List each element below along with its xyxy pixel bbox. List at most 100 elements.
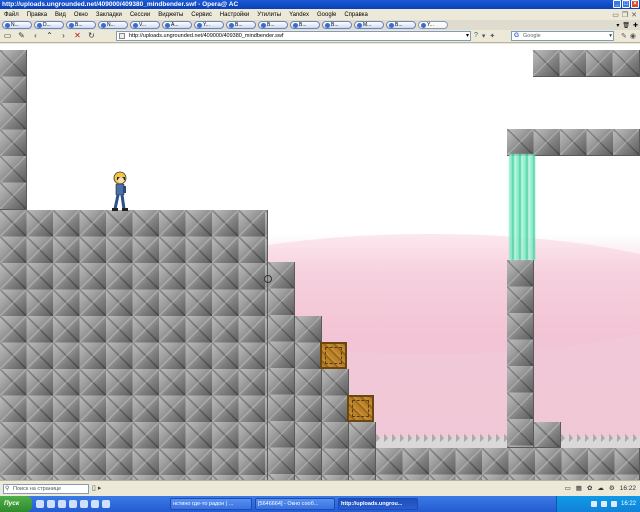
menu-item-window[interactable]: Окно [74, 12, 88, 18]
tab-6[interactable]: A... [162, 21, 192, 29]
note-icon[interactable]: ✎ [621, 32, 627, 40]
teleport-beam [509, 154, 535, 260]
tab-13[interactable]: B... [386, 21, 416, 29]
tab-favicon-icon [325, 22, 330, 28]
tab-4[interactable]: N... [98, 21, 128, 29]
menu-item-widgets[interactable]: Виджеты [158, 12, 183, 18]
close-page-icon[interactable]: ✕ [631, 11, 637, 19]
trash-icon[interactable]: 🗑 [622, 22, 630, 29]
tray-network-icon[interactable] [590, 501, 597, 507]
taskbar: Пуск нстино где-то радон | ... [5646664]… [0, 496, 640, 512]
search-dropdown-icon[interactable]: ▾ [609, 32, 612, 40]
quick-launch [32, 496, 110, 512]
tab-list-icon[interactable]: ▾ [616, 22, 619, 29]
back-icon[interactable]: ‹ [31, 31, 40, 41]
game-canvas[interactable] [0, 44, 640, 480]
new-tab-icon[interactable]: ✚ [633, 22, 638, 29]
search-field[interactable]: G Google ▾ [511, 31, 614, 41]
menu-item-edit[interactable]: Правка [27, 12, 47, 18]
tab-12[interactable]: M... [354, 21, 384, 29]
crate-lower [347, 395, 374, 422]
tray-clock: 16:22 [620, 501, 636, 507]
terrain-step-2 [295, 316, 322, 480]
quicklaunch-opera-icon[interactable] [91, 500, 99, 508]
taskbar-item-2[interactable]: [5646664] - Окно сооб... [255, 498, 335, 510]
panel-icon[interactable]: ▭ [565, 484, 571, 492]
menu-item-settings[interactable]: Настройки [220, 12, 249, 18]
taskbar-item-1[interactable]: нстино где-то радон | ... [170, 498, 252, 510]
terrain-top-platform [0, 210, 268, 480]
tab-14-active[interactable]: Y... [418, 21, 448, 29]
quicklaunch-mail-icon[interactable] [58, 500, 66, 508]
tab-9[interactable]: B... [258, 21, 288, 29]
tab-favicon-icon [37, 22, 42, 28]
turbo-icon[interactable]: ☁ [597, 484, 604, 492]
tab-11[interactable]: B... [322, 21, 352, 29]
status-bar: ⚲ Поиск на странице ▯ ▸ ▭ ▦ ✿ ☁ ⚙ 16:22 [0, 480, 640, 496]
edit-icon[interactable]: ✎ [17, 31, 26, 41]
tray-volume-icon[interactable] [600, 501, 607, 507]
unite-icon[interactable]: ✿ [587, 484, 592, 492]
taskbar-item-3[interactable]: http://uploads.ungrou... [338, 498, 418, 510]
find-in-page-input[interactable]: ⚲ Поиск на странице [3, 484, 89, 494]
reader-icon[interactable]: ▾ [482, 32, 486, 40]
address-text: http://uploads.ungrounded.net/409000/409… [129, 33, 284, 39]
tab-bar: N... D... B... N... V... A... Y... B... … [0, 20, 640, 30]
reload-icon[interactable]: ↻ [87, 31, 96, 41]
floor [376, 448, 640, 480]
help-icon[interactable]: ? [474, 32, 478, 40]
tab-2[interactable]: D... [34, 21, 64, 29]
address-dropdown-icon[interactable]: ▾ [466, 32, 469, 40]
tab-3[interactable]: B... [66, 21, 96, 29]
tab-10[interactable]: B... [290, 21, 320, 29]
address-field[interactable]: http://uploads.ungrounded.net/409000/409… [116, 31, 471, 41]
tab-5[interactable]: V... [130, 21, 160, 29]
menu-item-bookmarks[interactable]: Закладки [96, 12, 122, 18]
quicklaunch-media-icon[interactable] [80, 500, 88, 508]
find-placeholder: Поиск на странице [13, 486, 62, 492]
tab-favicon-icon [5, 22, 10, 28]
menu-item-tools[interactable]: Сервис [191, 12, 212, 18]
menu-item-google[interactable]: Google [317, 12, 336, 18]
quicklaunch-app-icon[interactable] [69, 500, 77, 508]
maximize-button[interactable]: □ [622, 0, 630, 8]
find-highlight-icon[interactable]: ▸ [98, 484, 102, 492]
quicklaunch-misc-icon[interactable] [102, 500, 110, 508]
tab-8[interactable]: B... [226, 21, 256, 29]
minimize-page-icon[interactable]: ▭ [612, 11, 619, 19]
find-options-icon[interactable]: ▯ [92, 484, 96, 492]
minimize-button[interactable]: _ [613, 0, 621, 8]
images-icon[interactable]: ▦ [576, 484, 582, 492]
tab-bar-controls: ▾ 🗑 ✚ [616, 20, 638, 30]
close-button[interactable]: × [631, 0, 639, 8]
stop-icon[interactable]: ✕ [73, 31, 82, 41]
spikes-left [376, 428, 507, 448]
tab-1[interactable]: N... [2, 21, 32, 29]
terrain-step-4 [349, 422, 376, 480]
menu-item-sessions[interactable]: Сессии [130, 12, 150, 18]
forward-icon[interactable]: › [59, 31, 68, 41]
quicklaunch-browser-icon[interactable] [47, 500, 55, 508]
new-page-icon[interactable]: ▭ [3, 31, 12, 41]
wand-icon[interactable]: ✦ [489, 32, 495, 40]
tab-favicon-icon [261, 22, 266, 28]
menu-item-utilities[interactable]: Утилиты [257, 12, 281, 18]
find-tools: ▯ ▸ [92, 484, 101, 492]
menu-item-help[interactable]: Справка [344, 12, 368, 18]
ledge-mid-right [507, 129, 640, 156]
menu-item-yandex[interactable]: Yandex [289, 12, 309, 18]
tab-favicon-icon [293, 22, 298, 28]
up-icon[interactable]: ⌃ [45, 31, 54, 41]
tab-favicon-icon [133, 22, 138, 28]
start-button[interactable]: Пуск [0, 496, 32, 512]
title-bar[interactable]: http://uploads.ungrounded.net/409000/409… [0, 0, 640, 9]
menu-item-file[interactable]: Файл [4, 12, 19, 18]
crate-upper [320, 342, 347, 369]
tray-app-icon[interactable] [610, 501, 617, 507]
zoom-icon[interactable]: ⚙ [609, 484, 615, 492]
tab-7[interactable]: Y... [194, 21, 224, 29]
rss-icon[interactable]: ◉ [630, 32, 636, 40]
menu-item-view[interactable]: Вид [55, 12, 66, 18]
quicklaunch-desktop-icon[interactable] [36, 500, 44, 508]
restore-page-icon[interactable]: ❐ [622, 11, 628, 19]
